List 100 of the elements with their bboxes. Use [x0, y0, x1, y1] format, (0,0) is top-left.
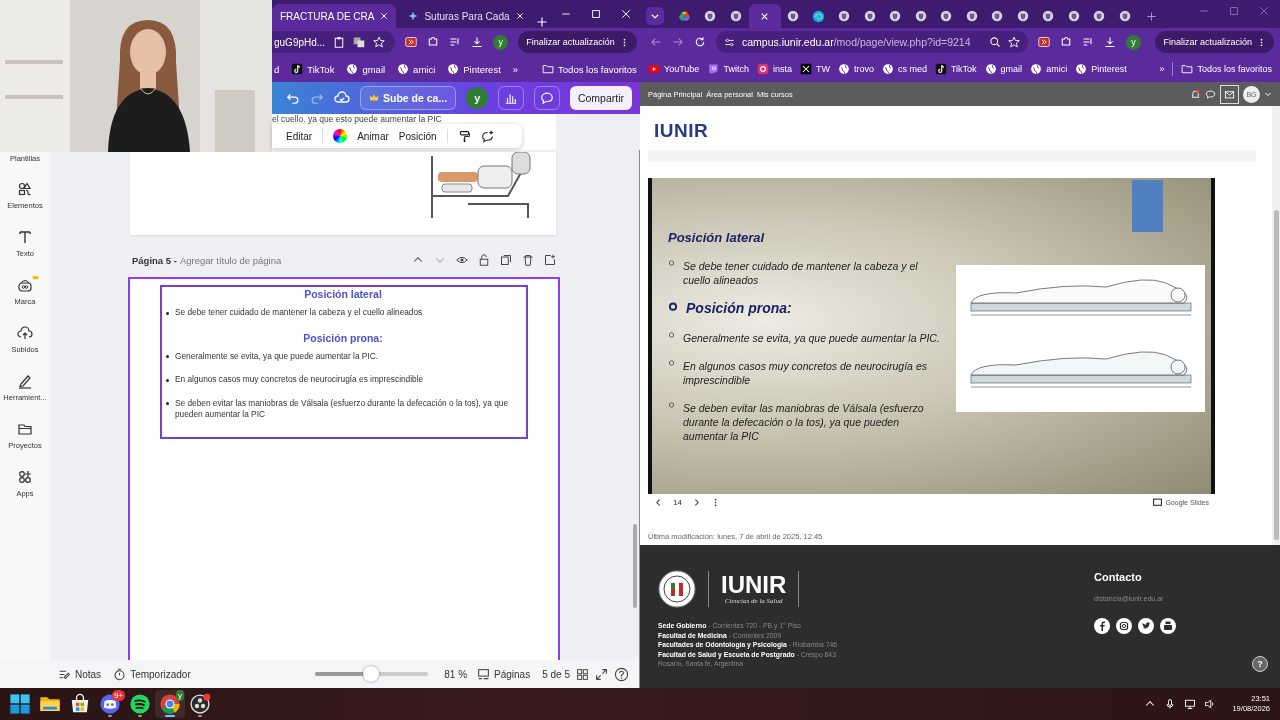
- clipboard-icon[interactable]: [333, 36, 346, 48]
- upload-icon: [17, 325, 33, 341]
- timer-button[interactable]: Temporizador: [113, 667, 191, 681]
- taskbar-app[interactable]: y: [155, 690, 185, 718]
- chat-bubble-icon: [707, 63, 720, 75]
- browser-tab[interactable]: FRACTURA DE CRA: [272, 4, 397, 28]
- new-tab-icon[interactable]: [1145, 11, 1157, 22]
- star-icon[interactable]: [1008, 36, 1020, 48]
- more-bookmarks-button[interactable]: »: [512, 63, 519, 75]
- bookmark-link[interactable]: amici: [397, 63, 436, 75]
- page-canvas[interactable]: [128, 277, 560, 660]
- update-button[interactable]: Finalizar actualización: [1155, 31, 1274, 53]
- translate-icon[interactable]: [353, 36, 366, 48]
- star-icon[interactable]: [373, 36, 386, 48]
- download-icon[interactable]: [1104, 36, 1116, 48]
- scrollbar-thumb[interactable]: [1273, 210, 1279, 540]
- toolbar-button[interactable]: Animar: [357, 130, 389, 142]
- zoom-slider[interactable]: [315, 666, 429, 682]
- bookmark-link[interactable]: trovo: [837, 63, 874, 75]
- paint-roller-icon[interactable]: [457, 129, 471, 143]
- bookmark-link[interactable]: d: [274, 63, 280, 75]
- puzzle-icon[interactable]: [427, 36, 440, 48]
- facebook-icon[interactable]: [1094, 618, 1110, 634]
- bookmark-link[interactable]: TikTok: [291, 63, 335, 75]
- profile-avatar[interactable]: y: [493, 34, 509, 50]
- user-avatar[interactable]: y: [466, 87, 489, 109]
- chevron-left-icon[interactable]: [654, 497, 663, 507]
- notification-badge: y: [176, 690, 184, 701]
- bookmark-link[interactable]: amici: [1030, 63, 1068, 75]
- eye-icon[interactable]: [456, 254, 468, 266]
- bell-icon[interactable]: [1190, 88, 1201, 100]
- playlist-icon[interactable]: [449, 36, 462, 48]
- all-bookmarks-link[interactable]: Todos los favoritos: [542, 63, 637, 75]
- bookmark-link[interactable]: YouTube: [648, 63, 700, 75]
- more-bookmarks-button[interactable]: »: [1159, 64, 1165, 74]
- contact-heading: Contacto: [1094, 571, 1143, 583]
- bullet-text: Se debe tener cuidado de mantener la cabeza y el cuello alineados: [175, 307, 423, 319]
- pages-icon: [477, 667, 491, 681]
- x-icon: [799, 63, 812, 75]
- toolbar-button[interactable]: Editar: [286, 130, 313, 142]
- address-bar[interactable]: campus.iunir.edu.ar/mod/page/view.php?id=9214: [716, 31, 1028, 53]
- text-box[interactable]: [160, 285, 528, 439]
- chevron-down-icon[interactable]: [1264, 90, 1272, 98]
- playlist-icon[interactable]: [1082, 36, 1094, 48]
- update-button[interactable]: Finalizar actualización: [518, 31, 637, 53]
- slider-thumb[interactable]: [362, 666, 379, 682]
- site-logo[interactable]: IUNIR: [648, 114, 1272, 148]
- search-icon[interactable]: [989, 36, 1001, 48]
- upgrade-button[interactable]: Sube de ca...: [360, 86, 457, 110]
- forward-icon[interactable]: [672, 36, 684, 48]
- lock-icon[interactable]: [478, 254, 490, 266]
- add-page-icon[interactable]: [544, 254, 556, 266]
- comment-button[interactable]: [534, 86, 560, 110]
- chat-icon[interactable]: [1205, 88, 1216, 100]
- undo-icon[interactable]: [286, 91, 300, 105]
- page-number: Página 5 -: [132, 254, 177, 266]
- network-icon[interactable]: [1184, 698, 1197, 710]
- bookmark-link[interactable]: TikTok: [934, 63, 977, 75]
- extension-icon[interactable]: [405, 36, 418, 48]
- sparkle-icon: [408, 11, 419, 21]
- bookmark-link[interactable]: Twitch: [707, 63, 749, 75]
- maximize-icon[interactable]: [590, 8, 602, 20]
- grid-icon[interactable]: [576, 667, 589, 681]
- bird-icon[interactable]: [1138, 618, 1154, 634]
- notes-button[interactable]: Notas: [58, 667, 102, 681]
- puzzle-icon[interactable]: [1060, 36, 1072, 48]
- comment-plus-icon[interactable]: [480, 129, 494, 143]
- bookmark-link[interactable]: cs med: [881, 63, 927, 75]
- tab-search-button[interactable]: [646, 7, 664, 25]
- microphone-icon[interactable]: [1164, 698, 1177, 710]
- slide-decoration: [1132, 180, 1163, 232]
- insights-button[interactable]: [498, 86, 525, 110]
- bookmark-link[interactable]: Pinterest: [447, 63, 501, 75]
- cloud-check-icon[interactable]: [334, 90, 350, 106]
- color-wheel-icon[interactable]: [333, 129, 348, 143]
- scrollbar-thumb[interactable]: [633, 524, 637, 608]
- taskbar-app[interactable]: 9+: [95, 690, 125, 718]
- extension-icon[interactable]: [1038, 36, 1050, 48]
- pages-button[interactable]: Páginas: [477, 667, 531, 681]
- globe-icon: [1030, 63, 1043, 75]
- bookmark-link[interactable]: gmail: [984, 63, 1023, 75]
- instagram-icon[interactable]: [1116, 618, 1132, 634]
- bookmark-link[interactable]: gmail: [346, 63, 386, 75]
- bookmark-link[interactable]: insta: [756, 63, 792, 75]
- trash-icon[interactable]: [522, 254, 534, 266]
- profile-avatar[interactable]: y: [1126, 34, 1141, 50]
- all-bookmarks-link[interactable]: Todos los favoritos: [1181, 63, 1272, 75]
- back-icon[interactable]: [650, 36, 662, 48]
- help-icon[interactable]: [614, 666, 629, 682]
- bookmark-link[interactable]: TW: [799, 63, 830, 75]
- reload-icon[interactable]: [694, 36, 706, 48]
- toolbar-button[interactable]: Posición: [398, 130, 437, 142]
- share-button[interactable]: Compartir: [569, 86, 632, 110]
- download-icon[interactable]: [471, 36, 484, 48]
- duplicate-icon[interactable]: [500, 254, 512, 266]
- browser-tab[interactable]: Suturas Para Cada: [400, 4, 532, 28]
- mail-icon[interactable]: [1224, 88, 1235, 100]
- page-title-field[interactable]: Agregar título de página: [179, 254, 282, 266]
- fullscreen-icon[interactable]: [595, 667, 608, 681]
- bookmark-link[interactable]: Pinterest: [1075, 63, 1127, 75]
